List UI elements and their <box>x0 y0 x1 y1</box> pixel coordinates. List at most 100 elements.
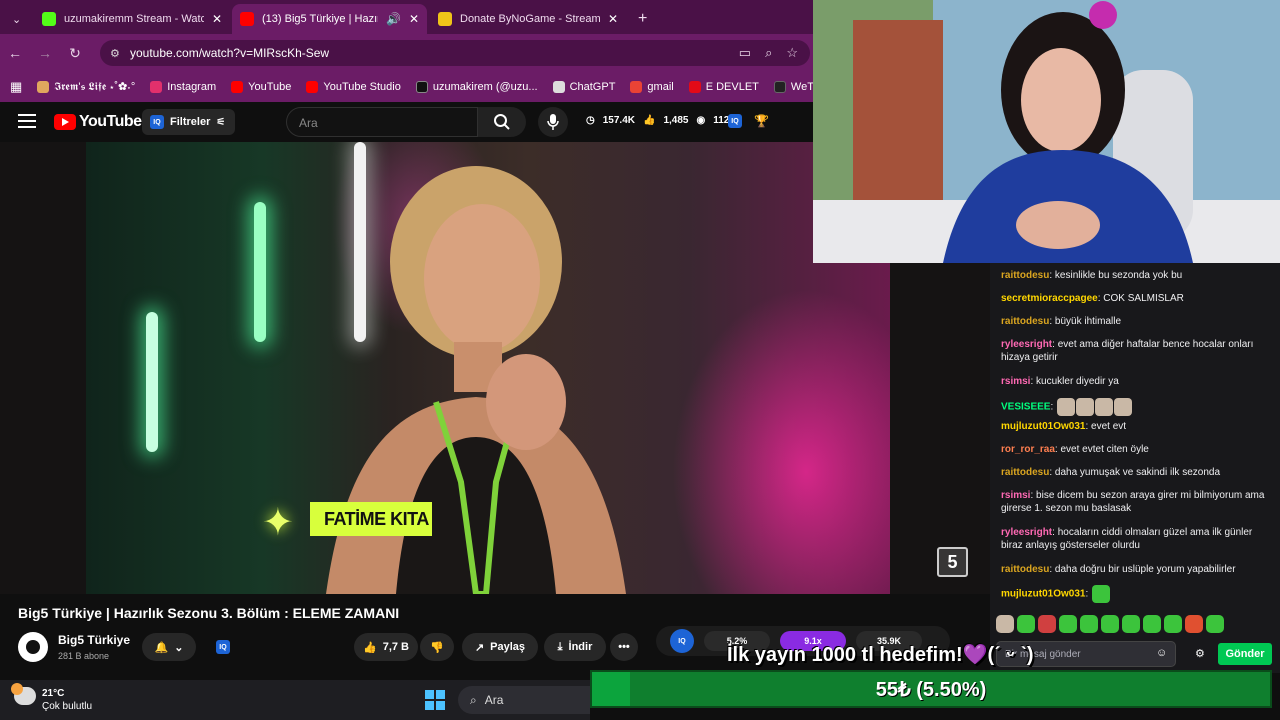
browser-tab-bar: ⌄ uzumakiremm Stream - Watch ✕ (13) Big5… <box>0 0 813 34</box>
bookmark-item[interactable]: E DEVLET <box>688 81 759 93</box>
settings-icon[interactable]: ⚙ <box>1195 647 1205 660</box>
chat-username[interactable]: ryleesright <box>1001 527 1052 538</box>
chat-username[interactable]: raittodesu <box>1001 316 1049 327</box>
reload-icon[interactable]: ↻ <box>60 45 90 62</box>
cast-icon[interactable]: ▭ <box>739 45 751 61</box>
emoji-icon[interactable]: ☺ <box>1156 647 1167 659</box>
chat-username[interactable]: mujluzut01Ow031 <box>1001 589 1085 600</box>
chat-message: VESISEEE: <box>1001 398 1271 416</box>
taskbar-search[interactable]: ⌕ Ara <box>458 686 590 714</box>
tab-youtube[interactable]: (13) Big5 Türkiye | Hazırlık S 🔊 ✕ <box>232 4 427 34</box>
chat-username[interactable]: rsimsi <box>1001 490 1030 501</box>
emote-bar <box>996 615 1224 633</box>
chat-username[interactable]: rsimsi <box>1001 376 1030 387</box>
chat-username[interactable]: VESISEEE <box>1001 402 1050 413</box>
emote-button[interactable] <box>1206 615 1224 633</box>
emote-button[interactable] <box>1143 615 1161 633</box>
search-input[interactable]: Ara <box>286 107 478 137</box>
send-button[interactable]: Gönder <box>1218 643 1272 665</box>
video-title: Big5 Türkiye | Hazırlık Sezonu 3. Bölüm … <box>18 605 400 621</box>
dislike-button[interactable]: 👎 <box>420 633 454 661</box>
channel-name[interactable]: Big5 Türkiye <box>58 633 130 647</box>
trophy-icon[interactable]: 🏆 <box>754 114 769 128</box>
bookmark-item[interactable]: WeTransfe <box>773 81 813 93</box>
notification-button[interactable]: 🔔 ⌄ <box>142 633 196 661</box>
audio-icon[interactable]: 🔊 <box>386 12 401 26</box>
chat-username[interactable]: ror_ror_raa <box>1001 444 1055 455</box>
chat-username[interactable]: mujluzut01Ow031 <box>1001 421 1085 432</box>
bookmark-item[interactable]: uzumakirem (@uzu... <box>415 81 538 93</box>
more-icon: ••• <box>618 641 630 653</box>
close-tab-icon[interactable]: ✕ <box>212 12 222 26</box>
menu-icon[interactable] <box>18 114 36 128</box>
apps-icon[interactable]: ▦ <box>10 79 22 95</box>
emote-button[interactable] <box>996 615 1014 633</box>
goal-progress-label: 55₺ (5.50%) <box>875 678 987 701</box>
emote-button[interactable] <box>1059 615 1077 633</box>
tab-label: Donate ByNoGame - Streamer <box>460 13 600 25</box>
weather-widget[interactable]: 21°C Çok bulutlu <box>11 683 92 713</box>
bookmark-item[interactable]: 𝕴𝖗𝖊𝖒'𝖘 𝕷𝖎𝖋𝖊 ⋆˚✿˖° <box>37 81 135 94</box>
chat-message: secretmioraccpagee: COK SALMISLAR <box>1001 292 1271 305</box>
wetransfer-icon <box>773 81 786 93</box>
forward-icon[interactable]: → <box>30 45 60 61</box>
close-tab-icon[interactable]: ✕ <box>608 12 618 26</box>
filters-button[interactable]: IQ Filtreler ⚟ <box>142 109 236 135</box>
emote-button[interactable] <box>1038 615 1056 633</box>
neon-light <box>254 202 266 342</box>
share-button[interactable]: ↗ Paylaş <box>462 633 538 661</box>
download-button[interactable]: ⤓ İndir <box>544 633 606 661</box>
url-field[interactable]: ⚙ youtube.com/watch?v=MIRscKh-Sew ▭ ⌕ ☆ <box>100 40 810 66</box>
iq-menu-icon[interactable]: IQ <box>728 114 742 128</box>
emote-button[interactable] <box>1101 615 1119 633</box>
chat-username[interactable]: raittodesu <box>1001 564 1049 575</box>
stat-value: 157.4K <box>602 115 635 126</box>
chat-text: daha doğru bir uslüple yorum yapabilirle… <box>1054 564 1236 575</box>
chat-username[interactable]: raittodesu <box>1001 270 1049 281</box>
more-button[interactable]: ••• <box>610 633 638 661</box>
chat-text: kesinlikle bu sezonda yok bu <box>1054 270 1183 281</box>
chat-message: rsimsi: kucukler diyedir ya <box>1001 375 1271 388</box>
bookmark-item[interactable]: ChatGPT <box>552 81 615 93</box>
search-button[interactable] <box>478 107 526 137</box>
emote-button[interactable] <box>1080 615 1098 633</box>
windows-start-icon[interactable] <box>425 690 445 710</box>
chat-username[interactable]: secretmioraccpagee <box>1001 293 1098 304</box>
zoom-icon[interactable]: ⌕ <box>765 45 772 61</box>
emote-button[interactable] <box>1185 615 1203 633</box>
goal-title: İlk yayın 1000 tl hedefim!💜(ˊ ᵕ ˋ) <box>727 644 1034 666</box>
bookmark-star-icon[interactable]: ☆ <box>786 45 798 61</box>
chat-username[interactable]: ryleesright <box>1001 339 1052 350</box>
tab-donate[interactable]: Donate ByNoGame - Streamer ✕ <box>430 4 626 34</box>
back-icon[interactable]: ← <box>0 45 30 61</box>
like-button[interactable]: 👍 7,7 B <box>354 633 418 661</box>
emote-button[interactable] <box>1122 615 1140 633</box>
chat-message: rsimsi: bise dicem bu sezon araya girer … <box>1001 489 1271 515</box>
weather-cloud-icon <box>11 683 36 705</box>
site-info-icon[interactable]: ⚙ <box>110 47 120 60</box>
close-tab-icon[interactable]: ✕ <box>409 12 419 26</box>
new-tab-button[interactable]: + <box>630 4 658 34</box>
chat-separator: : <box>1085 588 1092 600</box>
tab-kick[interactable]: uzumakiremm Stream - Watch ✕ <box>34 4 230 34</box>
emote-button[interactable] <box>1164 615 1182 633</box>
iq-dropdown[interactable]: IQ <box>204 633 242 661</box>
iq-icon: IQ <box>216 640 230 654</box>
chat-message: ryleesright: hocaların ciddi olmaları gü… <box>1001 526 1271 552</box>
bookmark-item[interactable]: YouTube <box>231 81 291 93</box>
chat-message: ryleesright: evet ama diğer haftalar ben… <box>1001 338 1271 364</box>
voice-search-button[interactable] <box>538 107 568 137</box>
chat-text: evet evtet citen öyle <box>1060 444 1149 455</box>
bookmark-label: Instagram <box>167 81 217 93</box>
thumbs-up-icon: 👍 <box>363 641 377 654</box>
bookmark-item[interactable]: YouTube Studio <box>306 81 401 93</box>
youtube-logo[interactable]: YouTube TR <box>54 113 154 131</box>
chat-panel: raittodesu: kesinlikle bu sezonda yok bu… <box>990 263 1280 673</box>
download-icon: ⤓ <box>557 640 563 653</box>
emote-button[interactable] <box>1017 615 1035 633</box>
subscriber-count: 281 B abone <box>58 651 110 661</box>
bookmark-item[interactable]: gmail <box>630 81 674 93</box>
chat-username[interactable]: raittodesu <box>1001 467 1049 478</box>
bookmark-item[interactable]: Instagram <box>150 81 216 93</box>
channel-avatar[interactable] <box>18 632 48 662</box>
